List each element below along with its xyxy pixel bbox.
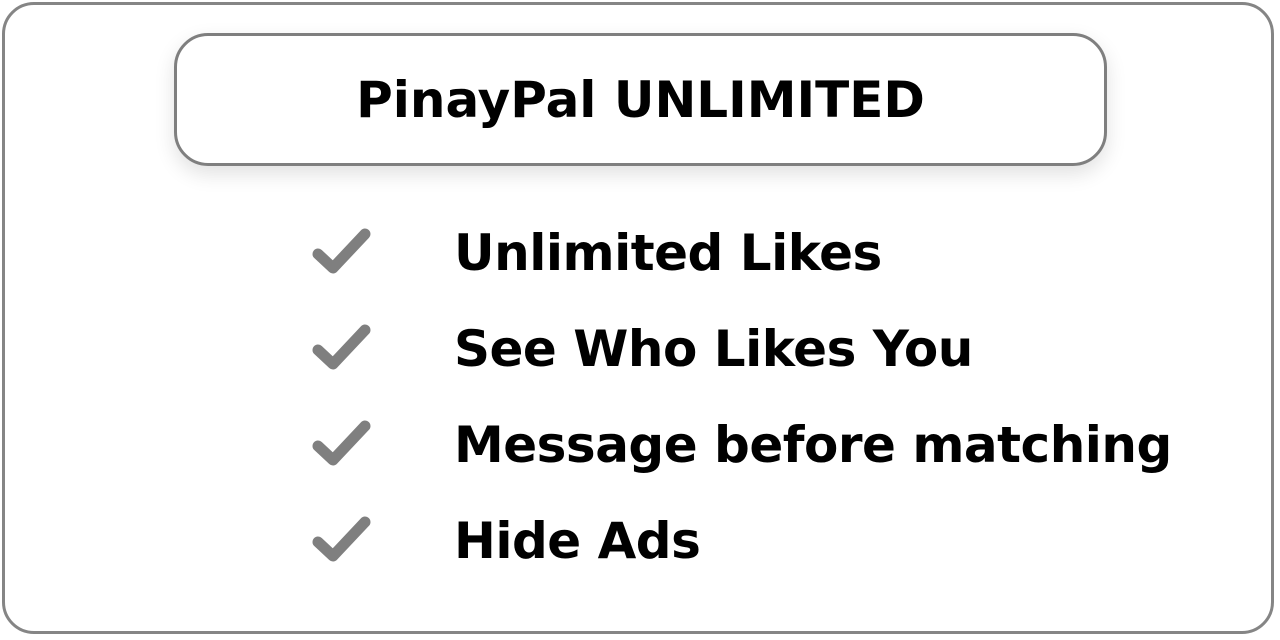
check-icon — [306, 506, 376, 576]
feature-item: Message before matching — [306, 410, 1172, 480]
feature-label: Message before matching — [454, 416, 1172, 474]
feature-item: Unlimited Likes — [306, 218, 882, 288]
feature-list: Unlimited Likes See Who Likes You Messag… — [0, 0, 1280, 640]
check-icon — [306, 314, 376, 384]
feature-item: See Who Likes You — [306, 314, 973, 384]
check-icon — [306, 218, 376, 288]
check-icon — [306, 410, 376, 480]
feature-item: Hide Ads — [306, 506, 701, 576]
feature-label: Unlimited Likes — [454, 224, 882, 282]
feature-label: See Who Likes You — [454, 320, 973, 378]
feature-label: Hide Ads — [454, 512, 701, 570]
